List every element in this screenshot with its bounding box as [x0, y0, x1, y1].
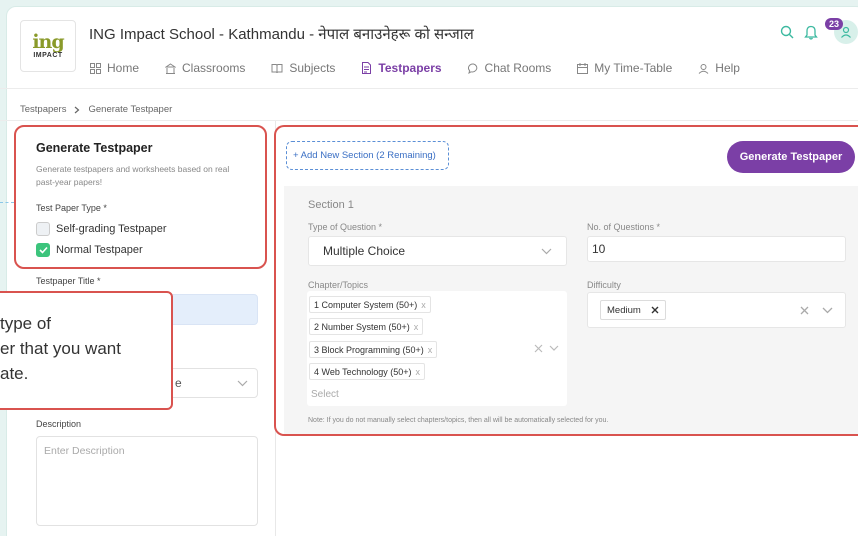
- tooltip-line-2: er that you want: [0, 339, 121, 358]
- nav-timetable-label: My Time-Table: [594, 61, 673, 75]
- chat-icon: [467, 62, 477, 74]
- classroom-icon: [165, 62, 177, 74]
- user-icon: [841, 26, 851, 38]
- nav-help-label: Help: [715, 61, 740, 75]
- connector-line: [0, 202, 14, 203]
- description-placeholder: Enter Description: [44, 445, 125, 457]
- nav-classrooms[interactable]: Classrooms: [165, 61, 245, 75]
- nav-subjects[interactable]: Subjects: [271, 61, 335, 75]
- nav-timetable[interactable]: My Time-Table: [577, 61, 672, 75]
- testpaper-icon: [362, 62, 372, 74]
- calendar-icon: [577, 62, 589, 74]
- home-grid-icon: [90, 62, 101, 74]
- breadcrumb-current: Generate Testpaper: [88, 104, 173, 115]
- tooltip-text: type of er that you want ate.: [0, 311, 121, 386]
- book-icon: [271, 63, 283, 73]
- header-actions: 23: [780, 18, 858, 44]
- main-nav: Home Classrooms Subjects Testpapers Chat…: [90, 61, 766, 75]
- nav-home[interactable]: Home: [90, 61, 139, 75]
- bell-icon: [804, 25, 818, 40]
- highlight-box-sidebar: [14, 125, 267, 269]
- chevron-right-icon: [75, 106, 80, 113]
- notification-button[interactable]: 23: [804, 18, 844, 43]
- nav-chat-rooms[interactable]: Chat Rooms: [467, 61, 552, 75]
- breadcrumb: Testpapers Generate Testpaper: [20, 104, 172, 115]
- nav-help[interactable]: Help: [698, 61, 740, 75]
- nav-classrooms-label: Classrooms: [182, 61, 246, 75]
- school-title: ING Impact School - Kathmandu - नेपाल बन…: [89, 26, 474, 43]
- description-textarea[interactable]: Enter Description: [36, 436, 258, 526]
- nav-testpapers-label: Testpapers: [378, 61, 442, 75]
- breadcrumb-root[interactable]: Testpapers: [20, 104, 66, 115]
- search-icon[interactable]: [780, 25, 794, 39]
- logo-subtext: IMPACT: [33, 52, 63, 59]
- notification-count-badge: 23: [825, 18, 844, 30]
- testpaper-title-label: Testpaper Title *: [36, 276, 101, 286]
- tooltip-line-1: type of: [0, 314, 52, 333]
- nav-home-label: Home: [107, 61, 140, 75]
- description-label: Description: [36, 419, 82, 429]
- logo-wordmark: ing: [32, 31, 64, 53]
- header-divider: [0, 88, 858, 89]
- tooltip-line-3: ate.: [0, 364, 29, 383]
- select-field-fragment: e: [175, 376, 182, 390]
- help-icon: [698, 63, 709, 74]
- chevron-down-icon: [237, 380, 248, 387]
- nav-testpapers[interactable]: Testpapers: [361, 61, 442, 75]
- school-logo[interactable]: ing IMPACT: [20, 20, 76, 72]
- nav-chat-rooms-label: Chat Rooms: [484, 61, 552, 75]
- nav-subjects-label: Subjects: [289, 61, 336, 75]
- highlight-box-main: [274, 125, 858, 436]
